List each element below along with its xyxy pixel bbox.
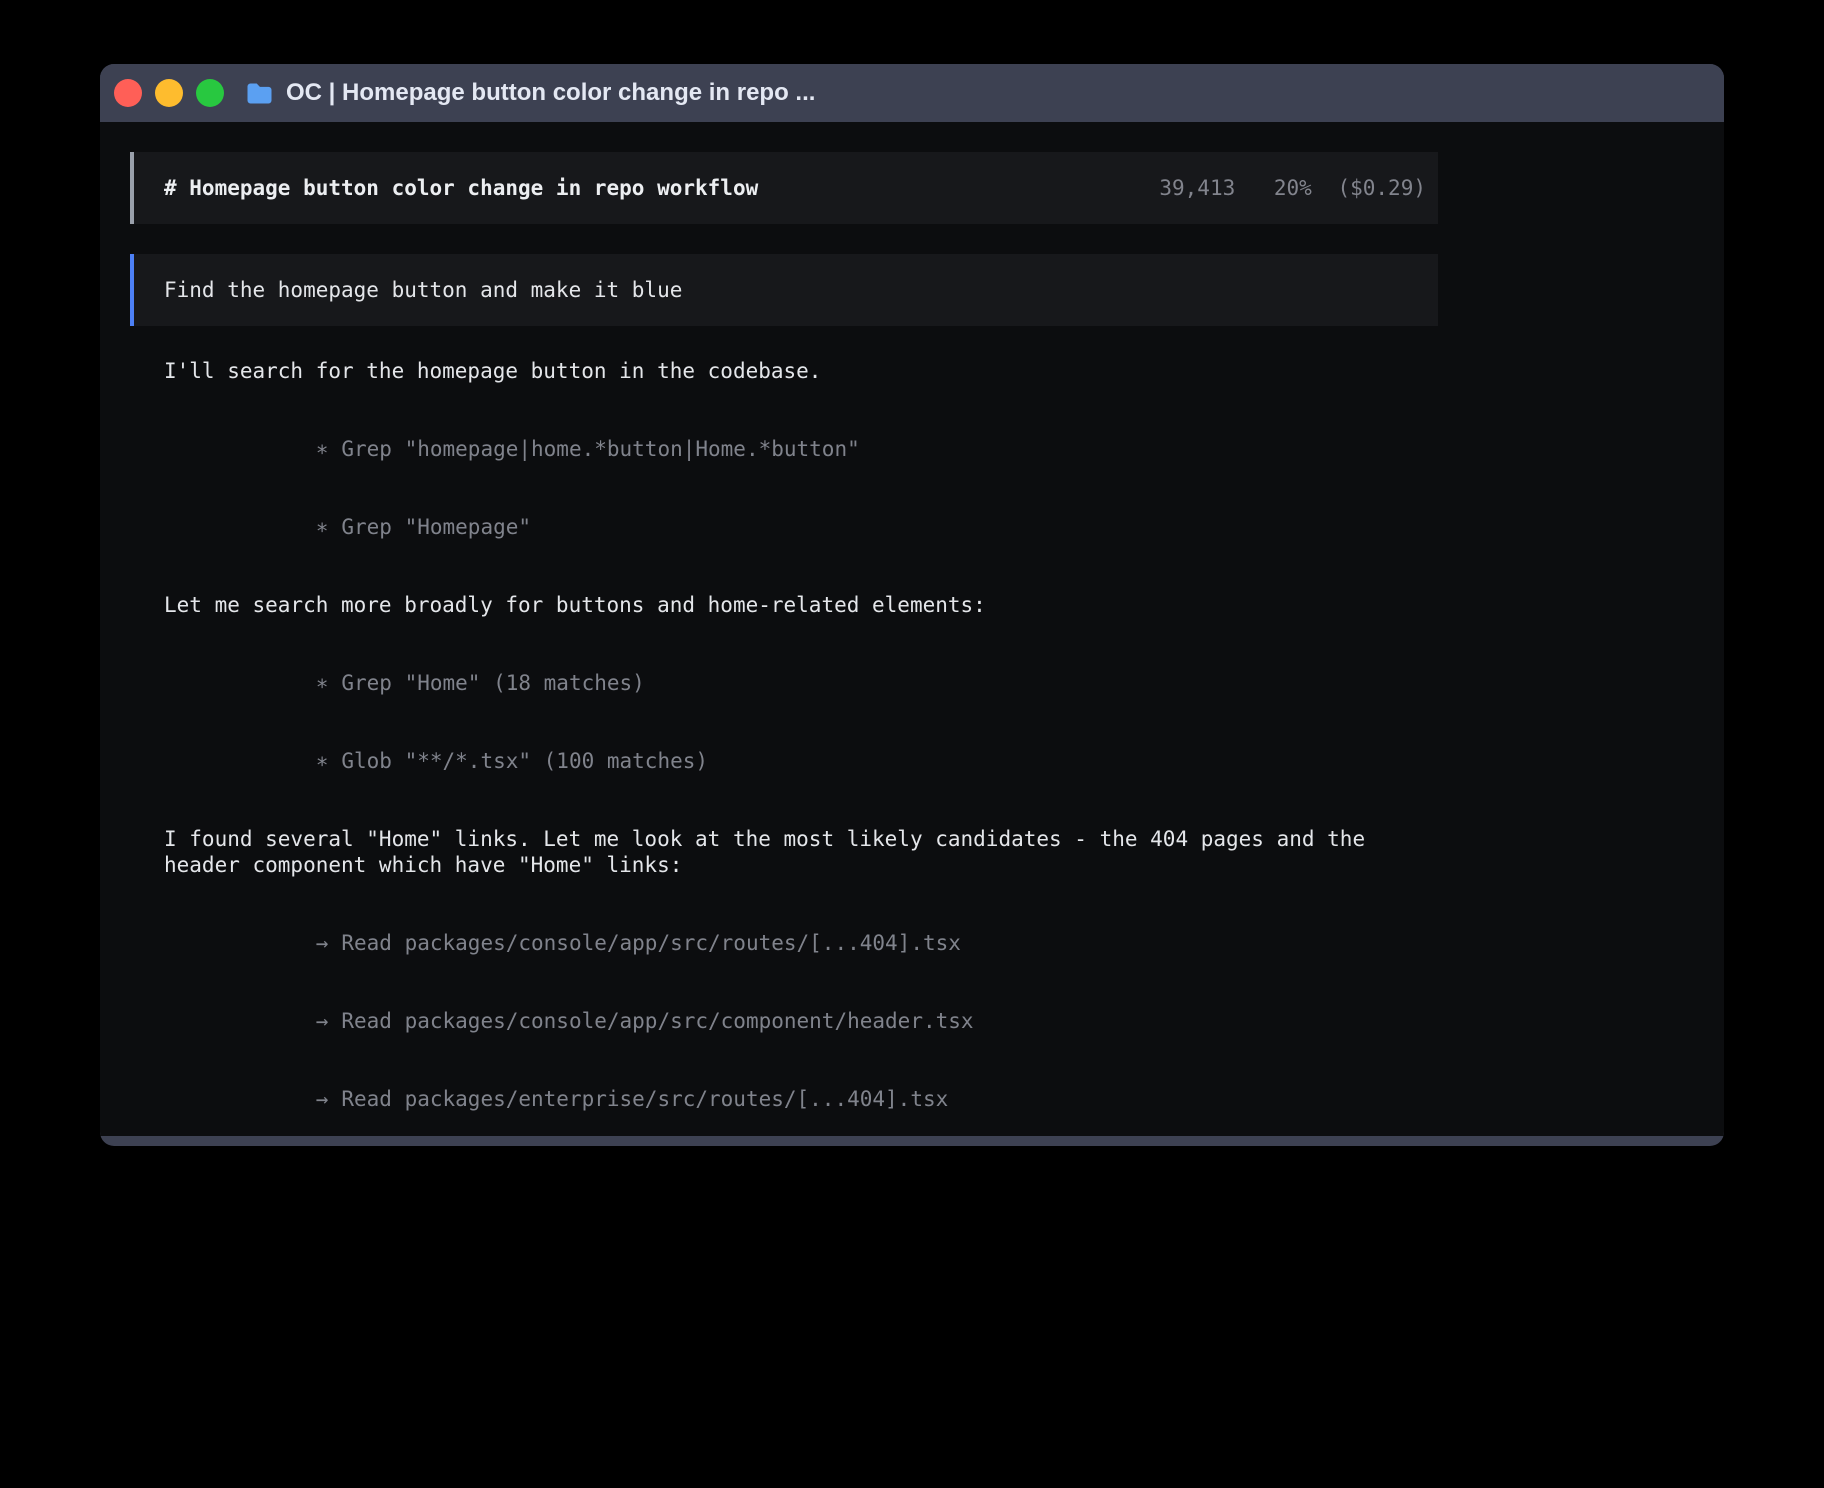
- session-stats: 39,413 20% ($0.29): [1159, 176, 1426, 200]
- zoom-window-button[interactable]: [196, 79, 224, 107]
- terminal-content[interactable]: # Homepage button color change in repo w…: [100, 122, 1724, 1136]
- window-title: OC | Homepage button color change in rep…: [286, 79, 815, 107]
- close-window-button[interactable]: [114, 79, 142, 107]
- read-arrow-icon: →: [316, 1086, 329, 1112]
- assistant-transcript: I'll search for the homepage button in t…: [164, 358, 1430, 1146]
- assistant-text: I'll search for the homepage button in t…: [164, 358, 1430, 384]
- tool-call-read: →Read packages/console/app/src/component…: [164, 982, 1430, 1060]
- tool-call-grep: ∗Grep "Homepage": [164, 488, 1430, 566]
- tool-call-glob: ∗Glob "**/*.tsx" (100 matches): [164, 722, 1430, 800]
- window-titlebar[interactable]: OC | Homepage button color change in rep…: [100, 64, 1724, 122]
- tool-call-grep: ∗Grep "homepage|home.*button|Home.*butto…: [164, 410, 1430, 488]
- minimize-window-button[interactable]: [155, 79, 183, 107]
- tool-call-read: →Read packages/console/app/src/routes/[.…: [164, 904, 1430, 982]
- assistant-text: Let me search more broadly for buttons a…: [164, 592, 1430, 618]
- read-arrow-icon: →: [316, 930, 329, 956]
- terminal-window: OC | Homepage button color change in rep…: [100, 64, 1724, 1146]
- user-message-text: Find the homepage button and make it blu…: [164, 278, 682, 302]
- assistant-text: I found several "Home" links. Let me loo…: [164, 826, 1430, 878]
- folder-icon: [246, 82, 273, 104]
- tool-asterisk-icon: ∗: [316, 748, 329, 774]
- tool-asterisk-icon: ∗: [316, 670, 329, 696]
- session-cost: ($0.29): [1337, 176, 1426, 200]
- tool-call-grep: ∗Grep "Home" (18 matches): [164, 644, 1430, 722]
- user-message: Find the homepage button and make it blu…: [130, 254, 1438, 326]
- tool-asterisk-icon: ∗: [316, 436, 329, 462]
- read-arrow-icon: →: [316, 1008, 329, 1034]
- session-header: # Homepage button color change in repo w…: [130, 152, 1438, 224]
- tool-call-read: →Read packages/enterprise/src/routes/[..…: [164, 1060, 1430, 1138]
- tool-asterisk-icon: ∗: [316, 514, 329, 540]
- context-percent: 20%: [1274, 176, 1312, 200]
- traffic-lights: [114, 79, 224, 107]
- token-count: 39,413: [1159, 176, 1235, 200]
- window-title-area: OC | Homepage button color change in rep…: [246, 79, 815, 107]
- session-title: # Homepage button color change in repo w…: [164, 176, 758, 200]
